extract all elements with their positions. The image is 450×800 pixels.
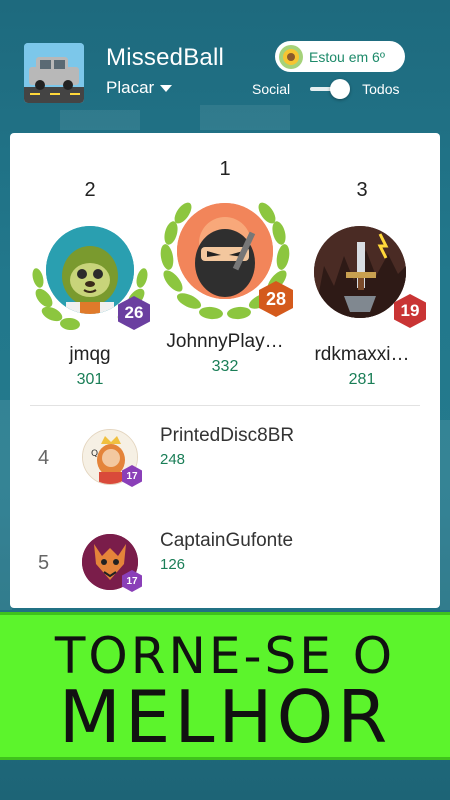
avatar: 19 (302, 212, 426, 332)
podium-name: jmqg (69, 344, 111, 365)
filter-all-label[interactable]: Todos (362, 81, 399, 97)
podium-score: 281 (348, 371, 376, 388)
podium-name: rdkmaxxi… (314, 344, 410, 365)
podium-rank: 3 (356, 179, 368, 201)
podium-entry-2[interactable]: 2 26 jmqg 301 (30, 179, 150, 389)
podium-entry-1[interactable]: 1 28 JohnnyPlay… 332 (153, 158, 297, 376)
avatar: 17 (82, 534, 142, 592)
header: MissedBall Placar Estou em 6º Social Tod… (0, 0, 450, 130)
leaderboard-card: 2 26 jmqg 301 1 28 JohnnyPlay… 332 3 19 … (10, 133, 440, 608)
player-rank-chip[interactable]: Estou em 6º (275, 41, 405, 72)
podium: 2 26 jmqg 301 1 28 JohnnyPlay… 332 3 19 … (10, 133, 440, 403)
banner-line-2: MELHOR (58, 675, 392, 759)
podium-rank: 2 (84, 179, 96, 201)
podium-rank: 1 (219, 158, 231, 180)
svg-text:Q: Q (91, 449, 98, 459)
list-item[interactable]: 4 Q 17 PrintedDisc8BR 248 (10, 425, 440, 495)
podium-score: 301 (76, 371, 104, 388)
caret-down-icon (160, 84, 173, 92)
row-score: 126 (160, 556, 186, 573)
ninja-avatar-icon (177, 203, 273, 299)
car-icon (24, 43, 84, 103)
row-name: PrintedDisc8BR (160, 425, 295, 446)
podium-score: 332 (211, 358, 239, 375)
row-rank: 4 (38, 447, 50, 469)
podium-entry-3[interactable]: 3 19 rdkmaxxi… 281 (302, 179, 426, 389)
background-building (440, 420, 450, 610)
sunflower-icon (279, 44, 303, 69)
row-rank: 5 (38, 552, 50, 574)
leaderboard-dropdown[interactable]: Placar (106, 78, 173, 98)
app-title: MissedBall (106, 44, 225, 71)
row-score: 248 (160, 451, 186, 468)
avatar: 28 (153, 185, 297, 323)
avatar: 26 (30, 212, 150, 332)
avatar: Q 17 (82, 429, 142, 487)
podium-name: JohnnyPlay… (166, 331, 284, 352)
sloth-avatar-icon (46, 226, 134, 314)
promo-banner: TORNE-SE O MELHOR (0, 612, 450, 760)
sword-avatar-icon (314, 226, 406, 318)
social-filter: Social Todos (252, 78, 412, 100)
level-badge: 19 (394, 294, 426, 328)
social-all-toggle[interactable] (310, 79, 351, 99)
player-rank-text: Estou em 6º (309, 48, 385, 65)
leaderboard-label: Placar (106, 78, 155, 97)
divider (30, 405, 420, 406)
row-name: CaptainGufonte (160, 530, 294, 551)
toggle-knob (330, 79, 351, 99)
list-item[interactable]: 5 17 CaptainGufonte 126 (10, 530, 440, 600)
filter-social-label[interactable]: Social (252, 81, 290, 97)
